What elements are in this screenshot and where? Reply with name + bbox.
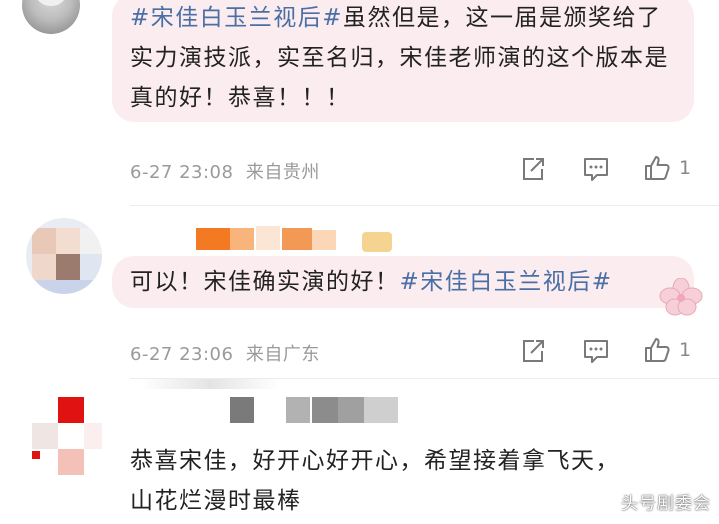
hashtag-link[interactable]: #宋佳白玉兰视后# — [130, 5, 343, 31]
like-count: 1 — [679, 157, 692, 179]
avatar[interactable] — [26, 218, 102, 294]
like-button[interactable]: 1 — [643, 154, 691, 182]
comment-location: 来自贵州 — [245, 162, 320, 183]
comment-2: 可以！宋佳确实演的好！#宋佳白玉兰视后# 6-27 23:06 来自广东 1 — [0, 206, 719, 376]
share-icon — [523, 340, 544, 362]
share-icon — [523, 158, 544, 180]
comment-text: 可以！宋佳确实演的好！ — [130, 269, 400, 295]
like-count: 1 — [679, 339, 692, 361]
reply-button[interactable] — [582, 338, 610, 364]
comment-icon — [584, 158, 608, 181]
comment-bubble: #宋佳白玉兰视后#虽然但是，这一届是颁奖给了实力演技派，实至名归，宋佳老师演的这… — [112, 0, 694, 122]
avatar[interactable] — [24, 397, 102, 475]
username-censored[interactable] — [196, 224, 396, 252]
avatar[interactable] — [22, 0, 80, 34]
username-censored[interactable] — [140, 379, 400, 427]
comment-time: 6-27 23:06 — [130, 344, 234, 365]
hashtag-link[interactable]: #宋佳白玉兰视后# — [400, 269, 613, 295]
comment-3: 恭喜宋佳，好开心好开心，希望接着拿飞天， 山花烂漫时最棒 — [0, 379, 719, 524]
comment-bubble: 可以！宋佳确实演的好！#宋佳白玉兰视后# — [112, 256, 694, 308]
comment-time: 6-27 23:08 — [130, 162, 234, 183]
reply-button[interactable] — [582, 156, 610, 182]
flower-decoration — [658, 277, 704, 318]
thumbs-up-icon — [645, 338, 670, 362]
comment-meta: 6-27 23:08 来自贵州 — [130, 158, 320, 184]
comment-1: #宋佳白玉兰视后#虽然但是，这一届是颁奖给了实力演技派，实至名归，宋佳老师演的这… — [0, 0, 719, 205]
thumbs-up-icon — [645, 156, 670, 180]
comment-icon — [584, 340, 608, 363]
share-button[interactable] — [520, 156, 546, 182]
watermark: 头号剧委会 — [621, 494, 711, 514]
comment-meta: 6-27 23:06 来自广东 — [130, 340, 320, 366]
comment-location: 来自广东 — [245, 344, 320, 365]
comment-text-line: 恭喜宋佳，好开心好开心，希望接着拿飞天， — [130, 448, 620, 474]
share-button[interactable] — [520, 338, 546, 364]
comment-text-line: 山花烂漫时最棒 — [130, 488, 302, 514]
comment-text: 恭喜宋佳，好开心好开心，希望接着拿飞天， 山花烂漫时最棒 — [130, 441, 620, 521]
like-button[interactable]: 1 — [643, 336, 691, 364]
